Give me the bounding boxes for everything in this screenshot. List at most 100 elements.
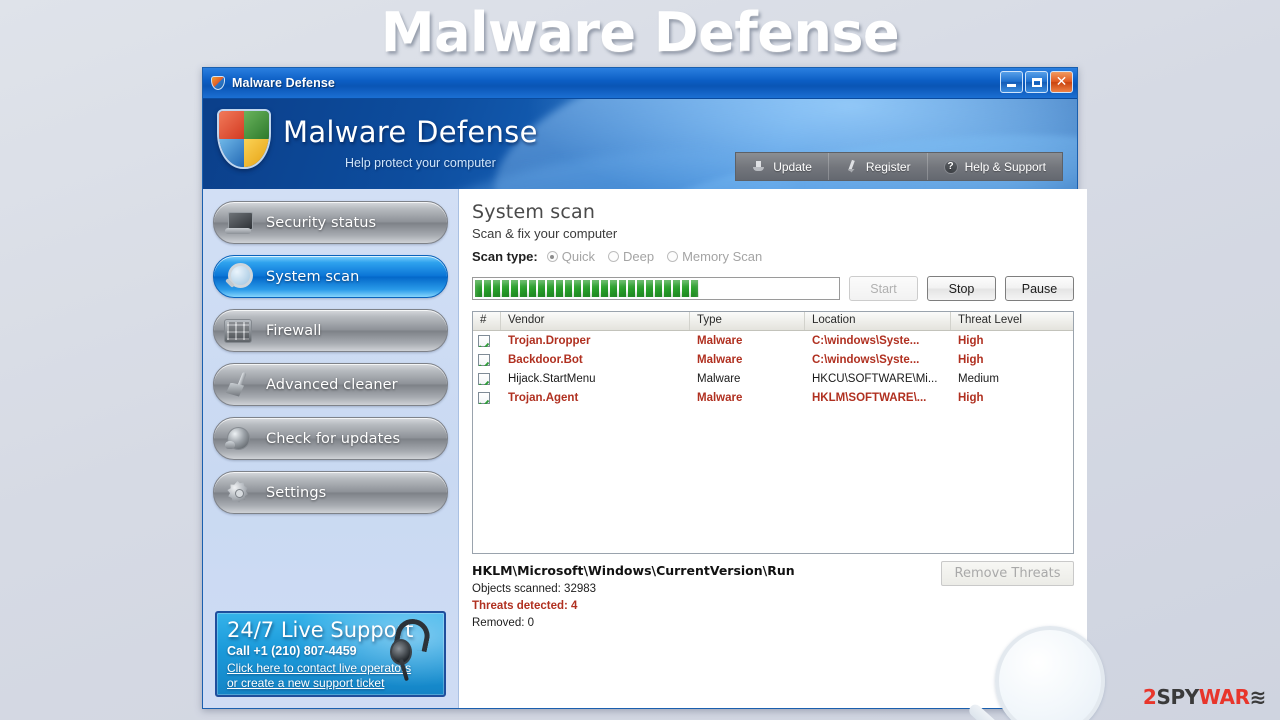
table-row[interactable]: Trojan.Agent Malware HKLM\SOFTWARE\... H… — [473, 388, 1073, 407]
sidebar-label-firewall: Firewall — [266, 322, 322, 339]
sidebar: Security status System scan Firewall Adv… — [203, 189, 459, 708]
security-shield-icon — [217, 109, 271, 169]
scan-type-row: Scan type: Quick Deep Memory Scan — [472, 249, 1074, 264]
window-controls: ✕ — [1000, 71, 1073, 93]
decorative-magnifier-icon — [995, 626, 1105, 720]
sidebar-label-settings: Settings — [266, 484, 327, 501]
cell-location: C:\windows\Syste... — [812, 353, 920, 366]
row-checkbox[interactable] — [478, 353, 490, 366]
column-header-num[interactable]: # — [473, 312, 501, 330]
nav-update-label: Update — [773, 159, 812, 174]
row-checkbox[interactable] — [478, 372, 490, 385]
sidebar-item-advanced-cleaner[interactable]: Advanced cleaner — [213, 363, 448, 406]
threat-table[interactable]: # Vendor Type Location Threat Level Troj… — [472, 311, 1074, 554]
site-watermark: 2 SPY WAR ≋ — [1142, 685, 1267, 709]
sidebar-label-security-status: Security status — [266, 214, 377, 231]
nav-help-support-button[interactable]: ? Help & Support — [928, 153, 1062, 180]
radio-icon-deep — [607, 251, 619, 262]
radio-scan-type-deep[interactable]: Deep — [607, 249, 655, 264]
watermark-part-2: SPY — [1156, 685, 1199, 709]
radio-icon-memory — [667, 251, 679, 262]
column-header-location[interactable]: Location — [805, 312, 951, 330]
main-panel: System scan Scan & fix your computer Sca… — [459, 189, 1105, 720]
cell-vendor: Trojan.Dropper — [508, 334, 591, 347]
window-body: Security status System scan Firewall Adv… — [203, 189, 1105, 720]
sidebar-item-firewall[interactable]: Firewall — [213, 309, 448, 352]
nav-register-button[interactable]: Register — [829, 153, 928, 180]
close-button[interactable]: ✕ — [1050, 71, 1073, 93]
column-header-threat-level[interactable]: Threat Level — [951, 312, 1073, 330]
radio-label-quick: Quick — [561, 249, 595, 264]
monitor-icon — [218, 204, 258, 242]
question-mark-icon: ? — [943, 159, 958, 174]
cell-threat-level: High — [958, 391, 984, 404]
radio-icon-quick — [546, 251, 558, 262]
table-row[interactable]: Hijack.StartMenu Malware HKCU\SOFTWARE\M… — [473, 369, 1073, 388]
page-title: Malware Defense — [380, 1, 900, 64]
watermark-part-3: WAR — [1198, 685, 1250, 709]
brand-banner: Malware Defense Help protect your comput… — [203, 99, 1077, 189]
cell-type: Malware — [697, 391, 743, 404]
magnifier-icon — [218, 258, 258, 296]
cell-type: Malware — [697, 334, 743, 347]
sidebar-label-advanced-cleaner: Advanced cleaner — [266, 376, 398, 393]
minimize-button[interactable] — [1000, 71, 1023, 93]
nav-update-button[interactable]: Update — [736, 153, 829, 180]
nav-help-label: Help & Support — [964, 159, 1046, 174]
cell-location: C:\windows\Syste... — [812, 334, 920, 347]
close-icon: ✕ — [1055, 74, 1068, 90]
table-header-row: # Vendor Type Location Threat Level — [473, 312, 1073, 331]
globe-icon — [218, 420, 258, 458]
nav-register-label: Register — [865, 159, 911, 174]
row-checkbox[interactable] — [478, 334, 490, 347]
sidebar-item-settings[interactable]: Settings — [213, 471, 448, 514]
maximize-icon — [1031, 77, 1042, 87]
scan-type-label: Scan type: — [472, 249, 538, 264]
window-titlebar: Malware Defense ✕ — [203, 68, 1077, 99]
cell-type: Malware — [697, 353, 743, 366]
table-row[interactable]: Trojan.Dropper Malware C:\windows\Syste.… — [473, 331, 1073, 350]
minimize-icon — [1007, 84, 1016, 87]
brick-wall-icon — [218, 312, 258, 350]
download-icon — [752, 160, 766, 174]
cell-vendor: Trojan.Agent — [508, 391, 579, 404]
stop-button[interactable]: Stop — [927, 276, 996, 301]
radio-scan-type-quick[interactable]: Quick — [546, 249, 595, 264]
pause-button[interactable]: Pause — [1005, 276, 1074, 301]
progress-row: Start Stop Pause — [472, 276, 1074, 301]
sidebar-item-security-status[interactable]: Security status — [213, 201, 448, 244]
cell-location: HKCU\SOFTWARE\Mi... — [812, 372, 938, 385]
cell-threat-level: High — [958, 334, 984, 347]
application-window: Malware Defense ✕ Malware Defense Help p… — [202, 67, 1105, 720]
cell-location: HKLM\SOFTWARE\... — [812, 391, 927, 404]
panel-subheading: Scan & fix your computer — [472, 226, 618, 241]
scan-progress-fill — [475, 280, 700, 297]
sidebar-label-check-for-updates: Check for updates — [266, 430, 401, 447]
scan-status-footer: HKLM\Microsoft\Windows\CurrentVersion\Ru… — [472, 561, 1074, 629]
live-support-banner[interactable]: 24/7 Live Support Call +1 (210) 807-4459… — [215, 611, 446, 697]
column-header-vendor[interactable]: Vendor — [501, 312, 690, 330]
column-header-type[interactable]: Type — [690, 312, 805, 330]
table-row[interactable]: Backdoor.Bot Malware C:\windows\Syste...… — [473, 350, 1073, 369]
headset-icon — [386, 615, 438, 682]
product-name: Malware Defense — [283, 115, 538, 149]
cell-vendor: Hijack.StartMenu — [508, 372, 596, 385]
sidebar-item-check-for-updates[interactable]: Check for updates — [213, 417, 448, 460]
start-button[interactable]: Start — [849, 276, 918, 301]
row-checkbox[interactable] — [478, 391, 490, 404]
remove-threats-button[interactable]: Remove Threats — [941, 561, 1074, 586]
maximize-button[interactable] — [1025, 71, 1048, 93]
watermark-part-4: ≋ — [1249, 685, 1267, 709]
watermark-part-1: 2 — [1142, 685, 1157, 709]
sidebar-item-system-scan[interactable]: System scan — [213, 255, 448, 298]
cell-vendor: Backdoor.Bot — [508, 353, 583, 366]
threats-detected-line: Threats detected: 4 — [472, 600, 578, 612]
radio-label-deep: Deep — [622, 249, 655, 264]
radio-scan-type-memory[interactable]: Memory Scan — [667, 249, 762, 264]
product-tagline: Help protect your computer — [345, 156, 496, 170]
window-title-text: Malware Defense — [232, 76, 335, 90]
cell-threat-level: High — [958, 353, 984, 366]
gear-icon — [218, 474, 258, 512]
pen-icon — [845, 160, 859, 174]
top-navigation: Update Register ? Help & Support — [735, 152, 1063, 181]
